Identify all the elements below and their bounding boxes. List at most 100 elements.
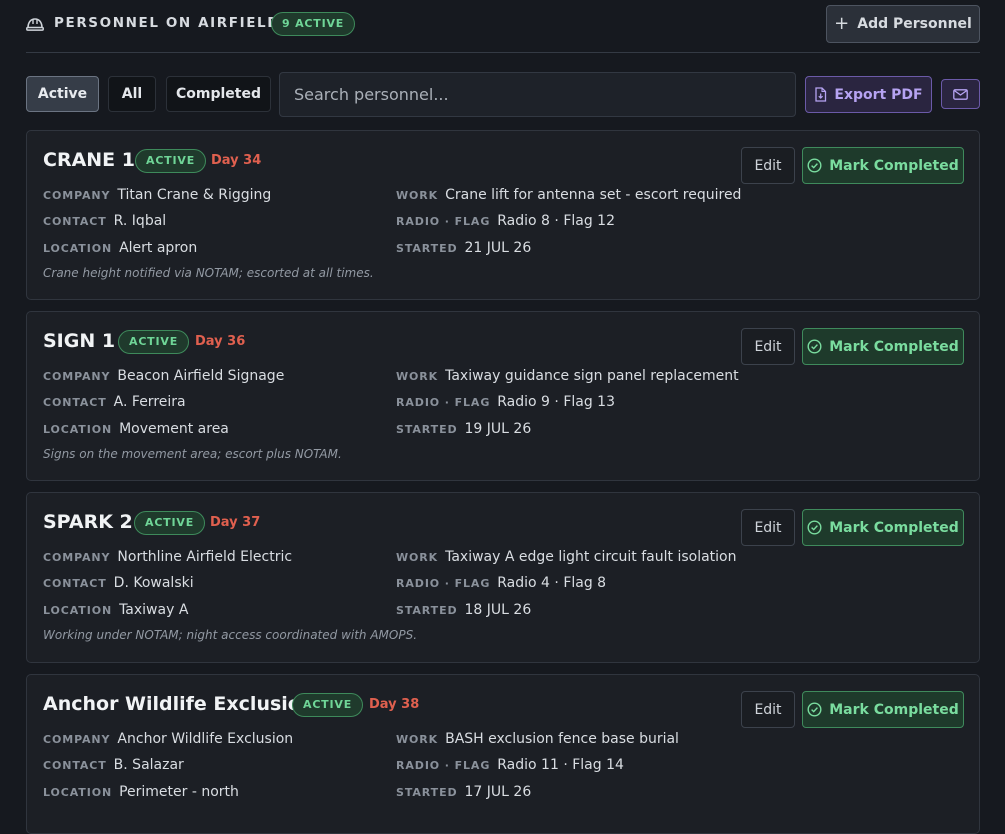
- hard-hat-icon: [26, 18, 44, 31]
- active-count-badge: 9 ACTIVE: [271, 12, 356, 36]
- personnel-card: Anchor Wildlife Exclusion ACTIVE Day 38 …: [26, 674, 980, 834]
- location-label: LOCATION: [43, 786, 113, 799]
- company-field: COMPANY Anchor Wildlife Exclusion: [43, 731, 293, 747]
- mail-icon: [953, 88, 968, 100]
- search-input[interactable]: [279, 72, 796, 117]
- mark-completed-button[interactable]: Mark Completed: [802, 328, 964, 365]
- started-label: STARTED: [396, 604, 458, 617]
- location-value: Movement area: [119, 421, 229, 437]
- location-label: LOCATION: [43, 423, 113, 436]
- export-pdf-label: Export PDF: [834, 86, 923, 103]
- contact-label: CONTACT: [43, 215, 107, 228]
- work-label: WORK: [396, 370, 439, 383]
- started-label: STARTED: [396, 786, 458, 799]
- edit-button[interactable]: Edit: [741, 509, 795, 546]
- contact-value: R. Iqbal: [113, 213, 167, 229]
- work-label: WORK: [396, 551, 439, 564]
- location-value: Perimeter - north: [119, 784, 239, 800]
- started-value: 21 JUL 26: [464, 240, 532, 256]
- personnel-name: SPARK 2: [43, 511, 133, 533]
- check-circle-icon: [807, 520, 822, 535]
- radio-flag-field: RADIO · FLAG Radio 9 · Flag 13: [396, 394, 615, 410]
- radio-flag-field: RADIO · FLAG Radio 4 · Flag 8: [396, 575, 606, 591]
- status-badge: ACTIVE: [292, 693, 364, 717]
- company-value: Northline Airfield Electric: [117, 549, 293, 565]
- add-personnel-button[interactable]: + Add Personnel: [826, 5, 980, 43]
- company-value: Beacon Airfield Signage: [117, 368, 285, 384]
- edit-button[interactable]: Edit: [741, 147, 795, 184]
- started-value: 18 JUL 26: [464, 602, 532, 618]
- contact-value: A. Ferreira: [113, 394, 186, 410]
- location-field: LOCATION Perimeter - north: [43, 784, 239, 800]
- started-value: 19 JUL 26: [464, 421, 532, 437]
- contact-label: CONTACT: [43, 396, 107, 409]
- location-label: LOCATION: [43, 242, 113, 255]
- personnel-name: CRANE 1: [43, 149, 135, 171]
- personnel-name: Anchor Wildlife Exclusion: [43, 693, 315, 715]
- company-label: COMPANY: [43, 551, 111, 564]
- started-value: 17 JUL 26: [464, 784, 532, 800]
- radio-flag-value: Radio 9 · Flag 13: [497, 394, 615, 410]
- location-field: LOCATION Alert apron: [43, 240, 197, 256]
- work-label: WORK: [396, 189, 439, 202]
- card-note: Working under NOTAM; night access coordi…: [43, 628, 418, 642]
- personnel-card: CRANE 1 ACTIVE Day 34 Edit Mark Complete…: [26, 130, 980, 300]
- location-field: LOCATION Movement area: [43, 421, 229, 437]
- company-field: COMPANY Northline Airfield Electric: [43, 549, 292, 565]
- work-value: BASH exclusion fence base burial: [445, 731, 679, 747]
- page-header: PERSONNEL ON AIRFIELD 9 ACTIVE + Add Per…: [26, 0, 980, 53]
- page-title: PERSONNEL ON AIRFIELD: [54, 15, 281, 31]
- contact-field: CONTACT D. Kowalski: [43, 575, 194, 591]
- add-personnel-label: Add Personnel: [857, 16, 972, 32]
- filter-completed-button[interactable]: Completed: [166, 76, 271, 112]
- personnel-name: SIGN 1: [43, 330, 116, 352]
- mark-completed-button[interactable]: Mark Completed: [802, 147, 964, 184]
- work-field: WORK Taxiway guidance sign panel replace…: [396, 368, 739, 384]
- mark-completed-label: Mark Completed: [829, 701, 959, 718]
- company-field: COMPANY Titan Crane & Rigging: [43, 187, 271, 203]
- started-field: STARTED 18 JUL 26: [396, 602, 531, 618]
- started-label: STARTED: [396, 423, 458, 436]
- work-value: Taxiway guidance sign panel replacement: [445, 368, 739, 384]
- contact-label: CONTACT: [43, 577, 107, 590]
- status-badge: ACTIVE: [135, 149, 207, 173]
- work-field: WORK Taxiway A edge light circuit fault …: [396, 549, 736, 565]
- edit-button[interactable]: Edit: [741, 691, 795, 728]
- location-value: Alert apron: [119, 240, 198, 256]
- work-value: Taxiway A edge light circuit fault isola…: [445, 549, 737, 565]
- started-field: STARTED 17 JUL 26: [396, 784, 531, 800]
- filter-active-button[interactable]: Active: [26, 76, 99, 112]
- company-label: COMPANY: [43, 189, 111, 202]
- day-count: Day 38: [369, 697, 420, 712]
- filter-all-button[interactable]: All: [108, 76, 156, 112]
- day-count: Day 36: [195, 334, 246, 349]
- radio-flag-label: RADIO · FLAG: [396, 396, 491, 409]
- day-count: Day 37: [210, 515, 261, 530]
- card-note: Crane height notified via NOTAM; escorte…: [43, 266, 374, 280]
- work-field: WORK BASH exclusion fence base burial: [396, 731, 679, 747]
- started-field: STARTED 21 JUL 26: [396, 240, 531, 256]
- check-circle-icon: [807, 158, 822, 173]
- location-value: Taxiway A: [119, 602, 189, 618]
- check-circle-icon: [807, 702, 822, 717]
- status-badge: ACTIVE: [118, 330, 190, 354]
- mark-completed-label: Mark Completed: [829, 157, 959, 174]
- edit-button[interactable]: Edit: [741, 328, 795, 365]
- contact-value: B. Salazar: [113, 757, 184, 773]
- location-label: LOCATION: [43, 604, 113, 617]
- mark-completed-button[interactable]: Mark Completed: [802, 509, 964, 546]
- radio-flag-value: Radio 8 · Flag 12: [497, 213, 615, 229]
- contact-field: CONTACT B. Salazar: [43, 757, 184, 773]
- contact-field: CONTACT A. Ferreira: [43, 394, 186, 410]
- toolbar: Active All Completed Export PDF: [26, 72, 980, 118]
- email-button[interactable]: [941, 79, 980, 109]
- location-field: LOCATION Taxiway A: [43, 602, 188, 618]
- day-count: Day 34: [211, 153, 262, 168]
- radio-flag-value: Radio 4 · Flag 8: [497, 575, 607, 591]
- status-badge: ACTIVE: [134, 511, 206, 535]
- work-value: Crane lift for antenna set - escort requ…: [445, 187, 742, 203]
- export-pdf-button[interactable]: Export PDF: [805, 76, 932, 113]
- pdf-icon: [815, 87, 827, 102]
- mark-completed-button[interactable]: Mark Completed: [802, 691, 964, 728]
- started-field: STARTED 19 JUL 26: [396, 421, 531, 437]
